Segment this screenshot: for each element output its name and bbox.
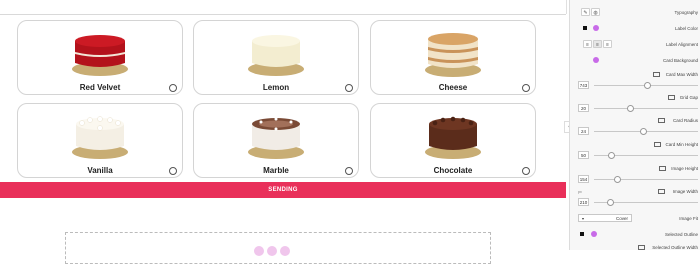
selected-outline-width-row: Selected Outline Width: [570, 243, 700, 253]
color-swatch-magenta[interactable]: [593, 25, 599, 31]
card-radio[interactable]: [522, 84, 530, 92]
card-radio[interactable]: [169, 167, 177, 175]
grid-gap-slider[interactable]: [594, 108, 698, 109]
slider-thumb[interactable]: [614, 176, 621, 183]
card-label: Marble: [263, 166, 289, 175]
label-color-label: Label Color: [674, 26, 698, 31]
card-radio[interactable]: [345, 167, 353, 175]
card-radio[interactable]: [169, 84, 177, 92]
chocolate-cake-image: [425, 116, 481, 159]
sending-button[interactable]: SENDING: [0, 182, 566, 198]
image-fit-select[interactable]: ▾ Cover: [578, 214, 632, 222]
cake-card-chocolate[interactable]: Chocolate: [370, 103, 536, 178]
align-right-icon[interactable]: ≡: [603, 40, 612, 48]
image-height-input[interactable]: 154: [578, 175, 589, 183]
selected-outline-width-label: Selected Outline Width: [652, 245, 698, 250]
image-fit-label: Image Fit: [679, 216, 698, 221]
lemon-cake-image: [248, 35, 304, 76]
dot-icon[interactable]: [280, 246, 290, 256]
selected-outline-row: Selected Outline: [570, 230, 700, 240]
color-swatch-magenta[interactable]: [591, 231, 597, 237]
card-radio[interactable]: [522, 167, 530, 175]
card-radius-row: Card Radius: [570, 116, 700, 126]
slider-thumb[interactable]: [644, 82, 651, 89]
settings-panel: ✎ ◍ Typography Label Color ≡ ≡ ≡ Label A…: [569, 0, 700, 250]
card-max-width-row: Card Max Width: [570, 70, 700, 80]
card-min-height-row: Card Min Height: [570, 140, 700, 150]
typography-row: ✎ ◍ Typography: [570, 8, 700, 18]
red-velvet-cake-image: [72, 35, 128, 76]
card-label: Cheese: [438, 83, 468, 92]
image-fit-value: Cover: [615, 216, 628, 221]
image-fit-row: ▾ Cover Image Fit: [570, 214, 700, 224]
desktop-icon[interactable]: [658, 118, 665, 123]
card-label: Vanilla: [87, 166, 113, 175]
grid-gap-input[interactable]: 20: [578, 104, 589, 112]
color-swatch-magenta[interactable]: [593, 57, 599, 63]
grid-gap-label: Grid Gap: [679, 95, 698, 100]
card-background-row: Card Background: [570, 56, 700, 66]
card-background-label: Card Background: [662, 58, 698, 63]
image-height-row: Image Height: [570, 164, 700, 174]
desktop-icon[interactable]: [659, 166, 666, 171]
align-center-icon[interactable]: ≡: [593, 40, 602, 48]
card-label: Red Velvet: [79, 83, 121, 92]
image-height-label: Image Height: [671, 166, 698, 171]
card-label: Chocolate: [433, 166, 473, 175]
dot-icon[interactable]: [254, 246, 264, 256]
cake-card-marble[interactable]: Marble: [193, 103, 359, 178]
desktop-icon[interactable]: [668, 95, 675, 100]
pagination-dots: [254, 246, 290, 256]
vanilla-cake-image: [72, 116, 128, 159]
desktop-icon[interactable]: [653, 72, 660, 77]
color-swatch-black[interactable]: [583, 26, 587, 30]
chevron-down-icon: ▾: [582, 216, 585, 221]
pencil-icon[interactable]: ✎: [581, 8, 590, 16]
marble-cake-image: [248, 117, 304, 159]
card-radio[interactable]: [345, 84, 353, 92]
slider-thumb[interactable]: [640, 128, 647, 135]
card-min-height-label: Card Min Height: [665, 142, 698, 147]
card-radius-label: Card Radius: [672, 118, 698, 123]
selected-outline-label: Selected Outline: [664, 232, 698, 237]
label-color-row: Label Color: [570, 24, 700, 34]
slider-thumb[interactable]: [608, 152, 615, 159]
label-alignment-label: Label Alignment: [665, 42, 698, 47]
dot-icon[interactable]: [267, 246, 277, 256]
cake-card-cheese[interactable]: Cheese: [370, 20, 536, 95]
card-radius-input[interactable]: 24: [578, 127, 589, 135]
cheese-cake-image: [425, 33, 481, 77]
grid-gap-row: Grid Gap: [570, 93, 700, 103]
card-max-width-input[interactable]: 743: [578, 81, 589, 89]
image-width-label: Image Width: [672, 189, 698, 194]
color-swatch-black[interactable]: [580, 232, 584, 236]
align-left-icon[interactable]: ≡: [583, 40, 592, 48]
label-alignment-row: ≡ ≡ ≡ Label Alignment: [570, 40, 700, 50]
desktop-icon[interactable]: [658, 189, 665, 194]
image-height-slider[interactable]: [594, 179, 698, 180]
slider-thumb[interactable]: [627, 105, 634, 112]
cake-card-vanilla[interactable]: Vanilla: [17, 103, 183, 178]
card-max-width-label: Card Max Width: [665, 72, 698, 77]
cake-card-red-velvet[interactable]: Red Velvet: [17, 20, 183, 95]
typography-label: Typography: [674, 10, 698, 15]
slider-thumb[interactable]: [607, 199, 614, 206]
card-label: Lemon: [262, 83, 290, 92]
top-divider: [0, 14, 566, 15]
canvas-edge: [566, 0, 567, 14]
cake-card-lemon[interactable]: Lemon: [193, 20, 359, 95]
image-width-input[interactable]: 210: [578, 198, 589, 206]
desktop-icon[interactable]: [638, 245, 645, 250]
card-min-height-input[interactable]: 50: [578, 151, 589, 159]
desktop-icon[interactable]: [654, 142, 661, 147]
image-width-row: Image Width: [570, 187, 700, 197]
globe-icon[interactable]: ◍: [591, 8, 600, 16]
